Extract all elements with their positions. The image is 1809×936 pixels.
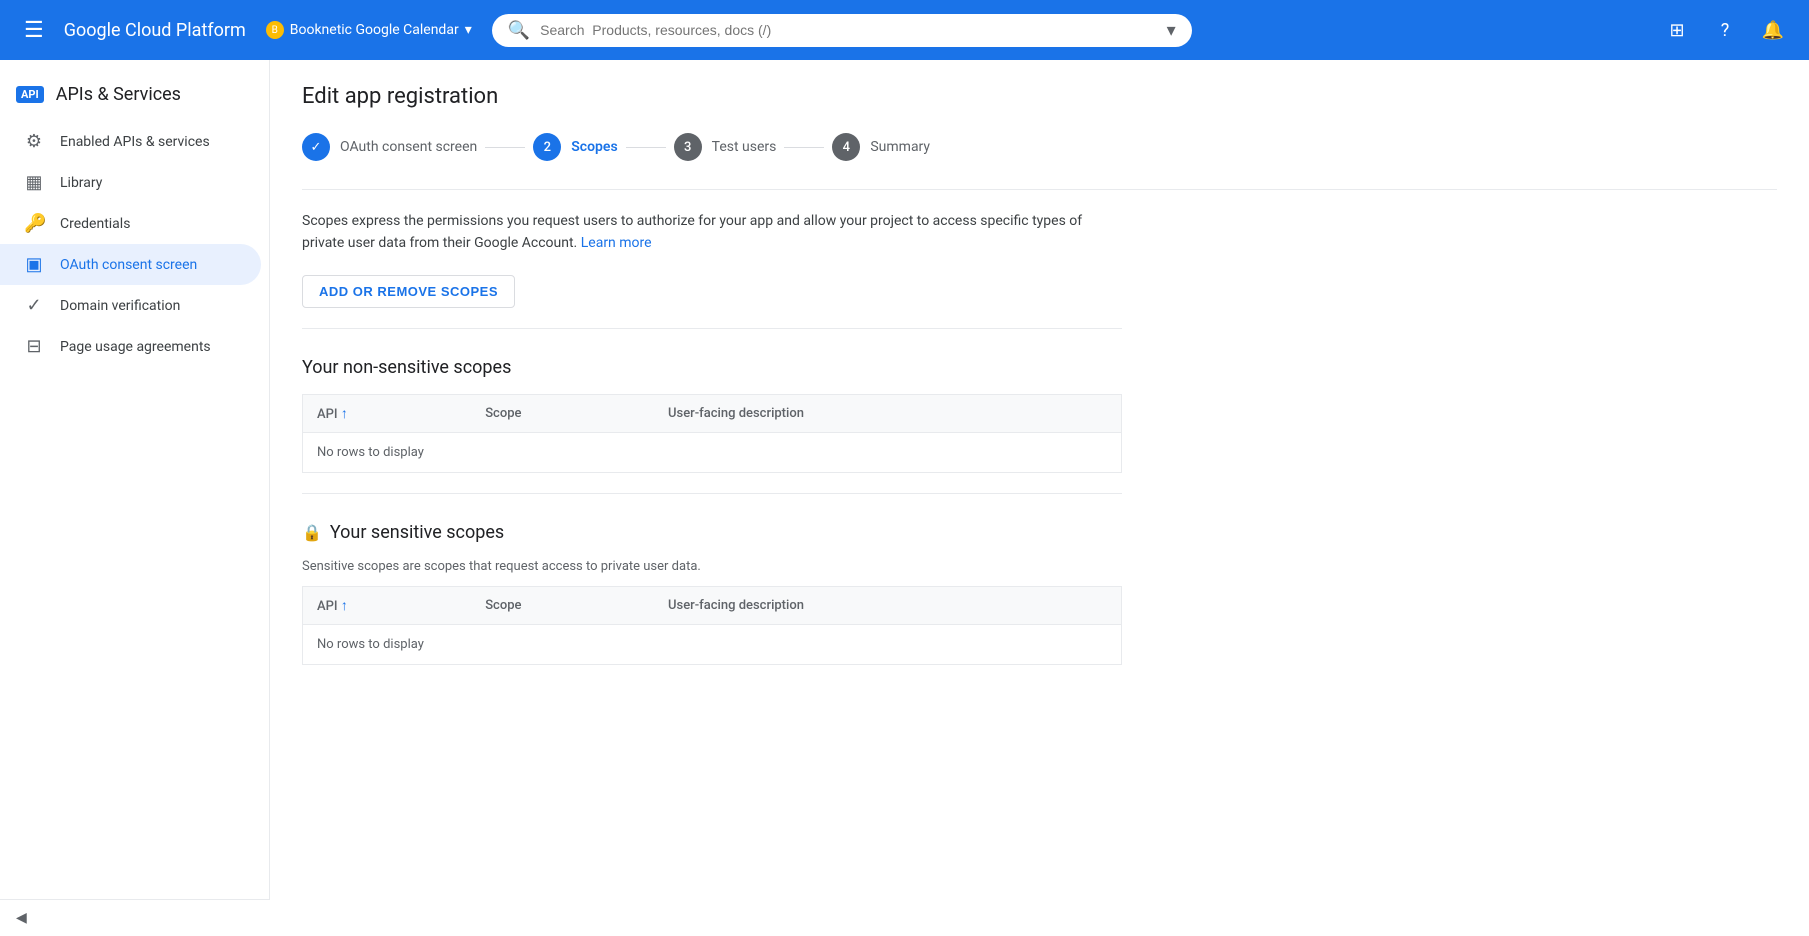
step-circle-oauth: ✓: [302, 133, 330, 161]
sidebar-item-library[interactable]: ▦ Library: [0, 162, 261, 203]
page-title: Edit app registration: [302, 84, 1777, 109]
step-label-summary: Summary: [870, 139, 930, 155]
sidebar-label-enabled-apis: Enabled APIs & services: [60, 134, 210, 150]
hamburger-icon: ☰: [24, 18, 44, 43]
domain-icon: ✓: [24, 295, 44, 316]
sidebar-label-credentials: Credentials: [60, 216, 130, 232]
sidebar-collapse-button[interactable]: ◀: [0, 899, 270, 936]
sensitive-empty-message: No rows to display: [303, 624, 1122, 664]
top-navigation: ☰ Google Cloud Platform B Booknetic Goog…: [0, 0, 1809, 60]
sensitive-table-header: API ↑ Scope User-facing description: [303, 586, 1122, 624]
add-remove-scopes-button[interactable]: ADD OR REMOVE SCOPES: [302, 275, 515, 308]
step-label-oauth: OAuth consent screen: [340, 139, 477, 155]
stepper: ✓ OAuth consent screen 2 Scopes 3 Test u…: [302, 133, 1777, 161]
bell-icon: 🔔: [1762, 20, 1784, 41]
sidebar-item-domain-verification[interactable]: ✓ Domain verification: [0, 285, 261, 326]
divider-between-tables: [302, 493, 1122, 494]
search-bar[interactable]: 🔍 ▾: [492, 14, 1192, 47]
step-circle-test-users: 3: [674, 133, 702, 161]
non-sensitive-table-header: API ↑ Scope User-facing description: [303, 394, 1122, 432]
api-badge: API: [16, 86, 44, 103]
divider-mid: [302, 328, 1122, 329]
project-chevron-icon: ▾: [465, 22, 472, 38]
sidebar: API APIs & Services ⚙ Enabled APIs & ser…: [0, 60, 270, 936]
sidebar-label-page-usage: Page usage agreements: [60, 339, 211, 355]
step-circle-summary: 4: [832, 133, 860, 161]
sensitive-subtitle: Sensitive scopes are scopes that request…: [302, 559, 1122, 574]
credentials-icon: 🔑: [24, 213, 44, 234]
sensitive-title: 🔒 Your sensitive scopes: [302, 522, 1122, 543]
lock-icon: 🔒: [302, 523, 322, 542]
sidebar-item-credentials[interactable]: 🔑 Credentials: [0, 203, 261, 244]
apps-button[interactable]: ⊞: [1657, 10, 1697, 50]
sidebar-item-enabled-apis[interactable]: ⚙ Enabled APIs & services: [0, 121, 261, 162]
project-name: Booknetic Google Calendar: [290, 22, 459, 38]
brand-logo: Google Cloud Platform: [64, 20, 246, 41]
project-dot-icon: B: [266, 21, 284, 39]
sidebar-label-library: Library: [60, 175, 102, 191]
sidebar-item-oauth-consent[interactable]: ▣ OAuth consent screen: [0, 244, 261, 285]
content-section: Scopes express the permissions you reque…: [302, 210, 1122, 665]
non-sensitive-empty-row: No rows to display: [303, 432, 1122, 472]
step-test-users: 3 Test users: [674, 133, 777, 161]
page-layout: API APIs & Services ⚙ Enabled APIs & ser…: [0, 60, 1809, 936]
sensitive-col-description: User-facing description: [654, 586, 1122, 624]
api-sort-icon: ↑: [341, 406, 348, 422]
brand-text: Google Cloud Platform: [64, 20, 246, 41]
step-scopes: 2 Scopes: [533, 133, 617, 161]
non-sensitive-title: Your non-sensitive scopes: [302, 357, 1122, 378]
help-icon: ?: [1721, 20, 1730, 41]
topnav-actions: ⊞ ? 🔔: [1657, 10, 1793, 50]
search-chevron-icon[interactable]: ▾: [1167, 20, 1176, 41]
support-button[interactable]: ?: [1705, 10, 1745, 50]
sidebar-label-domain: Domain verification: [60, 298, 180, 314]
step-oauth: ✓ OAuth consent screen: [302, 133, 477, 161]
sidebar-header: API APIs & Services: [0, 76, 269, 121]
step-label-test-users: Test users: [712, 139, 777, 155]
sensitive-api-sort-icon: ↑: [341, 598, 348, 614]
step-label-scopes: Scopes: [571, 139, 617, 155]
search-input[interactable]: [540, 22, 1157, 38]
step-connector-2: [626, 147, 666, 148]
notifications-button[interactable]: 🔔: [1753, 10, 1793, 50]
scopes-description: Scopes express the permissions you reque…: [302, 210, 1122, 255]
learn-more-link[interactable]: Learn more: [581, 235, 652, 251]
sensitive-col-api[interactable]: API ↑: [303, 586, 472, 624]
non-sensitive-table: API ↑ Scope User-facing description No r…: [302, 394, 1122, 473]
sidebar-label-oauth: OAuth consent screen: [60, 257, 197, 273]
step-connector-3: [784, 147, 824, 148]
collapse-icon: ◀: [16, 910, 27, 926]
non-sensitive-col-description: User-facing description: [654, 394, 1122, 432]
non-sensitive-col-api[interactable]: API ↑: [303, 394, 472, 432]
sidebar-item-page-usage[interactable]: ⊟ Page usage agreements: [0, 326, 261, 367]
sensitive-col-scope: Scope: [471, 586, 654, 624]
search-icon: 🔍: [508, 20, 530, 41]
project-selector[interactable]: B Booknetic Google Calendar ▾: [258, 17, 480, 43]
step-circle-scopes: 2: [533, 133, 561, 161]
sensitive-empty-row: No rows to display: [303, 624, 1122, 664]
divider-top: [302, 189, 1777, 190]
non-sensitive-empty-message: No rows to display: [303, 432, 1122, 472]
sidebar-title: APIs & Services: [56, 84, 181, 105]
main-content: Edit app registration ✓ OAuth consent sc…: [270, 60, 1809, 936]
sensitive-table: API ↑ Scope User-facing description No r…: [302, 586, 1122, 665]
library-icon: ▦: [24, 172, 44, 193]
enabled-apis-icon: ⚙: [24, 131, 44, 152]
step-summary: 4 Summary: [832, 133, 930, 161]
step-connector-1: [485, 147, 525, 148]
non-sensitive-col-scope: Scope: [471, 394, 654, 432]
oauth-icon: ▣: [24, 254, 44, 275]
apps-icon: ⊞: [1669, 20, 1684, 41]
hamburger-menu-button[interactable]: ☰: [16, 10, 52, 51]
page-usage-icon: ⊟: [24, 336, 44, 357]
